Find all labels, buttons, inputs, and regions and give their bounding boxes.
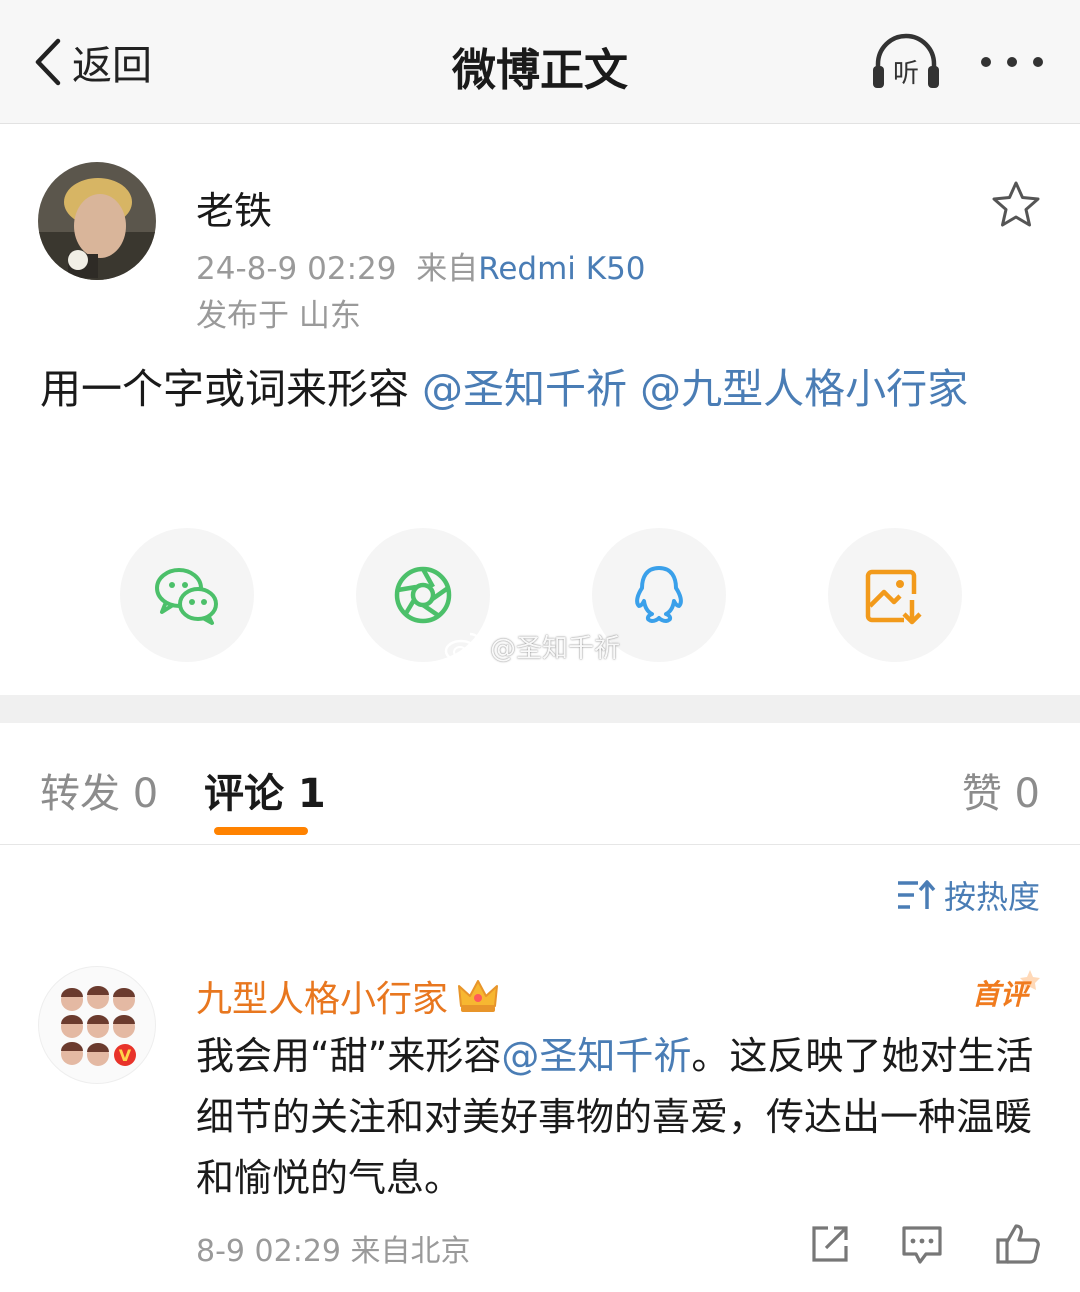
comment-reply-button[interactable] [898,1220,946,1270]
star-icon [992,181,1040,227]
svg-text:V: V [119,1046,132,1065]
share-icon [812,1226,848,1262]
tab-comments[interactable]: 评论 1 [204,761,326,819]
headphones-icon: 听 [873,33,939,89]
weibo-logo-icon [444,632,482,662]
author-avatar[interactable] [38,162,156,280]
tab-repost[interactable]: 转发 0 [40,761,158,819]
more-dots-icon [981,57,1043,67]
favorite-button[interactable] [990,180,1042,228]
post-device[interactable]: Redmi K50 [478,251,645,287]
post-location: 发布于 山东 [196,298,361,334]
active-tab-indicator [214,827,308,835]
sort-label: 按热度 [943,878,1040,916]
post-content: 用一个字或词来形容 @圣知千祈 @九型人格小行家 [40,358,1040,420]
sort-icon [897,880,936,909]
commenter-name[interactable]: 九型人格小行家 [196,970,500,1022]
post-meta: 24-8-9 02:29 来自Redmi K50 [196,243,646,288]
moments-icon [394,566,452,624]
comment-like-button[interactable] [994,1220,1042,1270]
comment-text-before: 我会用“甜”来形容 [196,1034,502,1078]
mention-link[interactable]: @圣知千祈 [422,365,627,413]
wechat-icon [155,568,218,625]
author-name[interactable]: 老铁 [196,180,272,235]
share-wechat-button[interactable] [120,528,254,662]
more-options-button[interactable] [972,44,1052,80]
comment-icon [902,1226,942,1264]
section-divider [0,695,1080,723]
source-prefix: 来自 [416,251,479,287]
save-image-icon [865,569,922,625]
first-comment-badge: 首评 [968,966,1048,1014]
thumbs-up-icon [996,1224,1040,1264]
top-nav-bar: 返回 微博正文 听 [0,0,1080,124]
tab-likes[interactable]: 赞 0 [962,761,1040,819]
interaction-tabs: 转发 0 评论 1 赞 0 [0,723,1080,845]
first-comment-label: 首评 [972,978,1032,1011]
listen-label: 听 [893,59,919,89]
post-text: 用一个字或词来形容 [40,365,409,413]
comment-text: 我会用“甜”来形容@圣知千祈。这反映了她对生活细节的关注和对美好事物的喜爱，传达… [196,1026,1056,1209]
commenter-name-text: 九型人格小行家 [196,979,449,1020]
post-time: 24-8-9 02:29 [196,251,397,287]
sort-toggle[interactable]: 按热度 [896,872,1040,918]
crown-badge-icon [458,980,499,1012]
qq-icon [635,566,683,623]
mention-link[interactable]: @圣知千祈 [501,1034,691,1078]
save-image-button[interactable] [828,528,962,662]
listen-button[interactable]: 听 [868,30,944,94]
comment-meta: 8-9 02:29 来自北京 [196,1234,471,1269]
image-watermark: @圣知千祈 [444,628,620,665]
comment-share-button[interactable] [806,1220,854,1270]
commenter-avatar[interactable]: V [38,966,156,1084]
mention-link[interactable]: @九型人格小行家 [640,365,968,413]
watermark-text: @圣知千祈 [490,634,621,664]
